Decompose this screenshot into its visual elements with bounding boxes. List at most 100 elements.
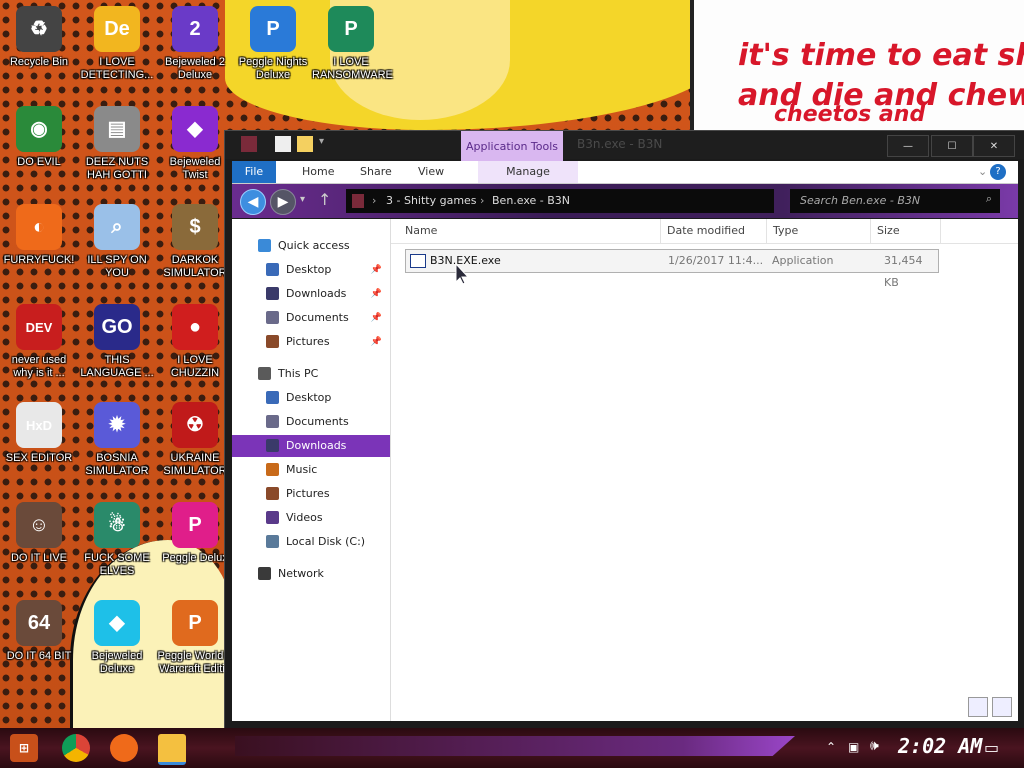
large-icons-view-icon[interactable]: [992, 697, 1012, 717]
maximize-button[interactable]: ☐: [931, 135, 973, 157]
meme-line: it's time to eat shit: [738, 38, 1024, 73]
desktop-icon[interactable]: P I LOVE RANSOMWARE: [312, 0, 393, 82]
desktop-icon[interactable]: $ DARKOK SIMULATOR: [156, 198, 234, 280]
back-button[interactable]: ◀: [240, 189, 266, 215]
nav-item-desktop[interactable]: Desktop 📌: [232, 259, 390, 281]
details-view-icon[interactable]: [968, 697, 988, 717]
nav-label: Pictures: [286, 335, 330, 348]
desktop-icon[interactable]: ☃ FUCK SOME ELVES: [78, 496, 156, 578]
nav-item-downloads[interactable]: Downloads: [232, 435, 390, 457]
desktop-icon-label: ILL SPY ON YOU: [87, 254, 147, 279]
search-icon[interactable]: ⌕: [986, 192, 992, 206]
column-type[interactable]: Type: [767, 219, 871, 243]
desktop-icon[interactable]: ♻ Recycle Bin: [0, 0, 78, 69]
nav-label: Desktop: [286, 263, 332, 276]
nav-this-pc[interactable]: This PC: [232, 363, 390, 385]
nav-item-pictures[interactable]: Pictures 📌: [232, 331, 390, 353]
firefox-icon[interactable]: [110, 734, 138, 762]
desktop-icon[interactable]: P Peggle Nights Deluxe: [234, 0, 312, 82]
desktop-icon-label: never used why is it ...: [11, 354, 67, 379]
tab-view[interactable]: View: [408, 161, 454, 183]
nav-item-music[interactable]: Music: [232, 459, 390, 481]
desktop-icon[interactable]: HxD SEX EDITOR: [0, 396, 78, 465]
desktop-icon[interactable]: ✹ BOSNIA SIMULATOR: [78, 396, 156, 478]
breadcrumb-item[interactable]: 3 - Shitty games: [386, 194, 477, 207]
nav-item-documents[interactable]: Documents: [232, 411, 390, 433]
desktop-icon[interactable]: ▤ DEEZ NUTS HAH GOTTI: [78, 100, 156, 182]
desktop-icon-label: DO EVIL: [17, 156, 61, 168]
search-input[interactable]: Search Ben.exe - B3N ⌕: [790, 189, 1000, 213]
pin-icon[interactable]: 📌: [371, 331, 382, 353]
nav-quick-access[interactable]: Quick access: [232, 235, 390, 257]
recent-locations-icon[interactable]: ▾: [300, 194, 305, 205]
desktop-icon-label: FURRYFUCK!: [3, 254, 75, 266]
desktop-icon[interactable]: ◆ Bejeweled Deluxe: [78, 594, 156, 676]
computer-icon: [258, 367, 271, 380]
chevron-down-icon[interactable]: ▾: [319, 136, 329, 152]
desktop-icon[interactable]: ☢ UKRAINE SIMULATOR: [156, 396, 234, 478]
column-name[interactable]: Name: [399, 219, 661, 243]
mouse-cursor-icon: [455, 263, 469, 285]
nav-item-local-disk-c-[interactable]: Local Disk (C:): [232, 531, 390, 553]
nav-item-desktop[interactable]: Desktop: [232, 387, 390, 409]
folder-icon: [266, 487, 279, 500]
nav-item-downloads[interactable]: Downloads 📌: [232, 283, 390, 305]
taskbar-clock[interactable]: 2:02 AM: [898, 734, 982, 758]
notifications-icon[interactable]: ▭: [984, 738, 999, 757]
chrome-icon[interactable]: [62, 734, 90, 762]
desktop-icon-label: DO IT 64 BIT: [6, 650, 72, 662]
column-date-modified[interactable]: Date modified: [661, 219, 767, 243]
tab-share[interactable]: Share: [350, 161, 402, 183]
desktop-icon[interactable]: ⌕ ILL SPY ON YOU: [78, 198, 156, 280]
desktop-icon[interactable]: 2 Bejeweled 2 Deluxe: [156, 0, 234, 82]
up-arrow-icon[interactable]: ↑: [318, 190, 331, 209]
volume-icon[interactable]: 🕪: [870, 738, 879, 754]
nav-item-pictures[interactable]: Pictures: [232, 483, 390, 505]
desktop-icon[interactable]: De I LOVE DETECTING...: [78, 0, 156, 82]
file-size: 31,454 KB: [884, 254, 923, 289]
nav-item-documents[interactable]: Documents 📌: [232, 307, 390, 329]
desktop-icon[interactable]: ◆ Bejeweled Twist: [156, 100, 234, 182]
star-icon: [258, 239, 271, 252]
nav-network[interactable]: Network: [232, 563, 390, 585]
desktop-icon[interactable]: ● I LOVE CHUZZIN: [156, 298, 234, 380]
new-folder-icon[interactable]: [297, 136, 313, 152]
nav-item-videos[interactable]: Videos: [232, 507, 390, 529]
window-title: B3n.exe - B3N: [577, 137, 663, 151]
help-icon[interactable]: ?: [990, 164, 1006, 180]
pin-icon[interactable]: 📌: [371, 259, 382, 281]
minimize-button[interactable]: —: [887, 135, 929, 157]
table-row[interactable]: B3N.EXE.exe 1/26/2017 11:4... Applicatio…: [405, 249, 939, 289]
column-size[interactable]: Size: [871, 219, 941, 243]
desktop-icon[interactable]: P Peggle World o Warcraft Editio: [156, 594, 234, 676]
desktop-icon[interactable]: ◉ DO EVIL: [0, 100, 78, 169]
tab-home[interactable]: Home: [292, 161, 344, 183]
forward-button[interactable]: ▶: [270, 189, 296, 215]
desktop-icon[interactable]: GO THIS LANGUAGE ...: [78, 298, 156, 380]
file-explorer-icon[interactable]: [158, 734, 186, 765]
firefox-icon: ◐: [16, 204, 62, 250]
pin-icon[interactable]: 📌: [371, 283, 382, 305]
peggle-nights-icon: P: [250, 6, 296, 52]
radiation-icon: ☢: [172, 402, 218, 448]
tab-manage[interactable]: Manage: [478, 161, 578, 183]
folder-icon: [352, 194, 364, 208]
start-icon[interactable]: ⊞: [10, 734, 38, 762]
title-bar[interactable]: ▾ Application Tools B3n.exe - B3N — ☐ ✕: [225, 131, 1024, 161]
breadcrumb-item[interactable]: Ben.exe - B3N: [492, 194, 570, 207]
desktop-icon[interactable]: DEV never used why is it ...: [0, 298, 78, 380]
app-icon[interactable]: [241, 136, 257, 152]
desktop-icon[interactable]: ☺ DO IT LIVE: [0, 496, 78, 565]
desktop-icon-label: Bejeweled 2 Deluxe: [165, 56, 225, 81]
properties-icon[interactable]: [275, 136, 291, 152]
network-icon[interactable]: ▣: [848, 740, 859, 754]
desktop-icon[interactable]: ◐ FURRYFUCK!: [0, 198, 78, 267]
desktop-icon[interactable]: 64 DO IT 64 BIT: [0, 594, 78, 663]
show-hidden-icons-icon[interactable]: ⌃: [826, 740, 836, 754]
pin-icon[interactable]: 📌: [371, 307, 382, 329]
address-field[interactable]: › 3 - Shitty games › Ben.exe - B3N: [346, 189, 774, 213]
file-explorer-window[interactable]: ▾ Application Tools B3n.exe - B3N — ☐ ✕ …: [224, 130, 1024, 730]
desktop-icon[interactable]: P Peggle Delux: [156, 496, 234, 565]
close-button[interactable]: ✕: [973, 135, 1015, 157]
tab-file[interactable]: File: [232, 161, 276, 183]
